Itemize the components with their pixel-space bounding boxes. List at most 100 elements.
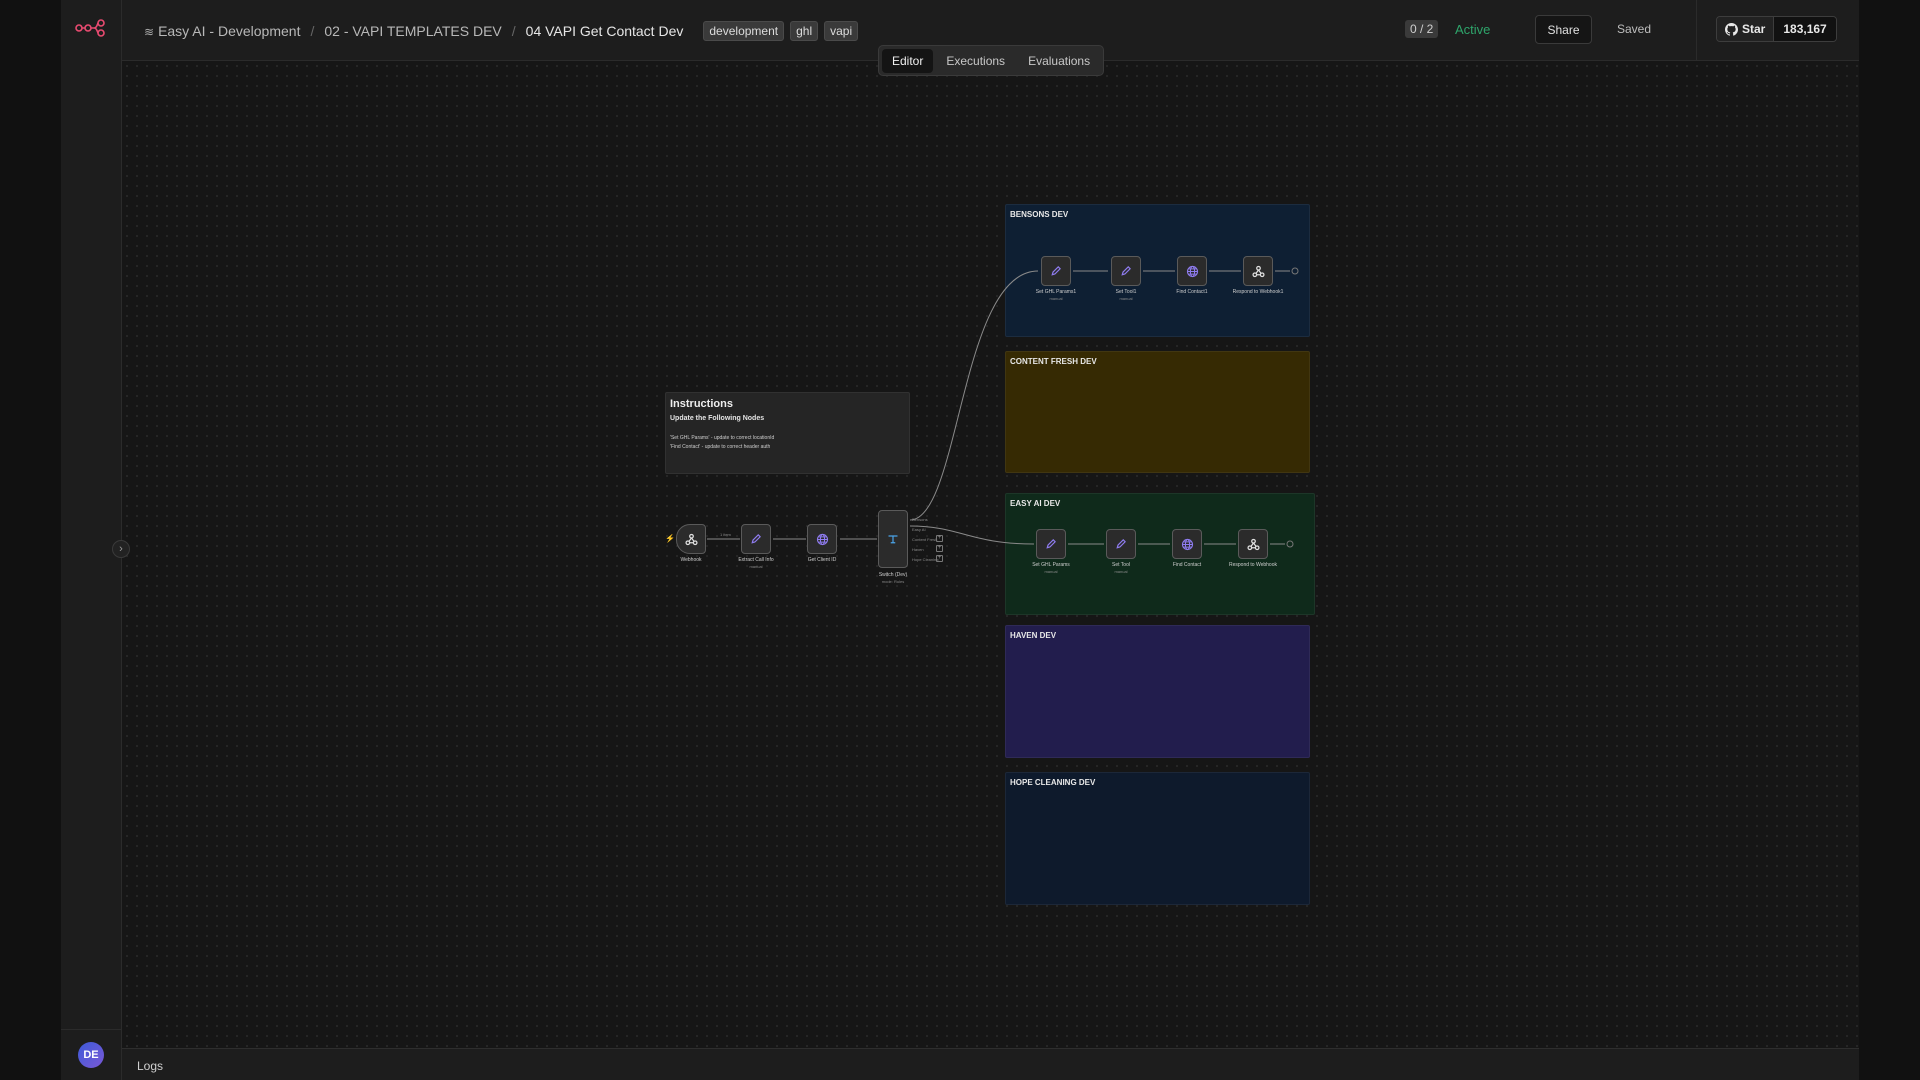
layers-icon: ≋ <box>144 25 155 39</box>
node-label: Get Client ID <box>807 557 837 563</box>
node-set-ghl-params[interactable] <box>1036 529 1066 559</box>
node-label: Set Tool <box>1112 562 1130 568</box>
add-node-button[interactable]: + <box>936 555 943 562</box>
breadcrumb-folder[interactable]: 02 - VAPI TEMPLATES DEV <box>324 23 501 39</box>
node-get-client-id[interactable] <box>807 524 837 554</box>
workflow-name[interactable]: 04 VAPI Get Contact Dev <box>526 23 684 39</box>
avatar-initials: DE <box>83 1049 99 1061</box>
switch-output-label: Bensons <box>912 517 928 522</box>
active-status[interactable]: Active <box>1455 22 1490 37</box>
pencil-icon <box>751 534 761 544</box>
header-divider <box>1696 0 1697 61</box>
saved-status: Saved <box>1617 22 1652 36</box>
instructions-subtitle: Update the Following Nodes <box>670 415 765 422</box>
workflow-canvas[interactable] <box>122 61 1859 1048</box>
globe-icon <box>816 533 828 545</box>
switch-output-label: Content Fresh <box>912 537 938 542</box>
group-title: CONTENT FRESH DEV <box>1010 357 1097 366</box>
node-sub: manual <box>1114 569 1128 574</box>
tag-ghl[interactable]: ghl <box>790 21 819 41</box>
pencil-icon <box>1051 266 1061 276</box>
webhook-icon <box>1246 538 1260 550</box>
add-node-button[interactable]: + <box>936 545 943 552</box>
breadcrumb-separator: / <box>511 23 516 39</box>
group-title: HOPE CLEANING DEV <box>1010 778 1096 787</box>
breadcrumb: ≋ Easy AI - Development / 02 - VAPI TEMPL… <box>144 21 859 41</box>
chevron-right-icon[interactable]: › <box>112 540 130 558</box>
node-set-tool[interactable] <box>1106 529 1136 559</box>
sidebar-divider <box>61 1029 122 1030</box>
connection-label: 1 item <box>720 532 731 537</box>
switch-icon <box>888 535 898 544</box>
tab-executions[interactable]: Executions <box>936 49 1015 73</box>
group-title: HAVEN DEV <box>1010 631 1057 640</box>
globe-icon <box>1181 538 1193 550</box>
right-gutter <box>1859 0 1920 1080</box>
github-star-count: 183,167 <box>1774 17 1836 41</box>
group-haven-dev[interactable]: HAVEN DEV <box>1005 625 1310 758</box>
node-label: Find Contact1 <box>1176 289 1208 295</box>
node-find-contact[interactable] <box>1172 529 1202 559</box>
logs-panel[interactable]: Logs <box>122 1048 1859 1080</box>
switch-output-label: Hope Cleaning <box>912 557 939 562</box>
n8n-logo-icon[interactable] <box>75 18 107 38</box>
globe-icon <box>1186 265 1198 277</box>
webhook-icon <box>684 533 698 545</box>
view-tabs: Editor Executions Evaluations <box>878 45 1104 76</box>
node-label: Extract Call Info <box>738 557 774 563</box>
node-sub: manual <box>1049 296 1063 301</box>
switch-output-label: Easy AI <box>912 527 926 532</box>
github-icon <box>1725 22 1738 36</box>
breadcrumb-project-label: Easy AI - Development <box>158 23 301 39</box>
breadcrumb-separator: / <box>310 23 315 39</box>
node-sub: manual <box>749 564 763 569</box>
node-set-ghl-params1[interactable] <box>1041 256 1071 286</box>
node-label: Respond to Webhook1 <box>1232 289 1284 295</box>
node-label: Find Contact <box>1172 562 1202 568</box>
logs-label: Logs <box>137 1059 164 1073</box>
webhook-icon <box>1251 265 1265 277</box>
node-label: Set Tool1 <box>1115 289 1137 295</box>
instructions-line: 'Set GHL Params' - update to correct loc… <box>670 435 775 441</box>
pencil-icon <box>1121 266 1131 276</box>
sidebar: DE <box>61 0 122 1080</box>
github-star[interactable]: Star <box>1717 17 1775 41</box>
node-find-contact1[interactable] <box>1177 256 1207 286</box>
tag-vapi[interactable]: vapi <box>824 21 859 41</box>
group-hope-cleaning-dev[interactable]: HOPE CLEANING DEV <box>1005 772 1310 905</box>
node-respond-to-webhook1[interactable] <box>1243 256 1273 286</box>
instructions-title: Instructions <box>670 398 733 410</box>
node-webhook[interactable] <box>676 524 706 554</box>
pencil-icon <box>1116 539 1126 549</box>
node-sub: manual <box>1119 296 1133 301</box>
node-label: Webhook <box>680 557 702 563</box>
node-set-tool1[interactable] <box>1111 256 1141 286</box>
share-button[interactable]: Share <box>1535 15 1592 44</box>
active-counter: 0 / 2 <box>1405 20 1439 38</box>
tab-editor[interactable]: Editor <box>882 48 934 73</box>
switch-output-label: Haven <box>912 547 924 552</box>
avatar[interactable]: DE <box>78 1042 104 1068</box>
node-sub: mode: Rules <box>881 579 905 584</box>
pencil-icon <box>1046 539 1056 549</box>
node-sub: manual <box>1044 569 1058 574</box>
node-extract-call-info[interactable] <box>741 524 771 554</box>
node-label: Set GHL Params <box>1032 562 1070 568</box>
node-label: Switch (Dev) <box>878 572 908 578</box>
instructions-line: 'Find Contact' - update to correct heade… <box>670 444 771 450</box>
group-content-fresh-dev[interactable]: CONTENT FRESH DEV <box>1005 351 1310 473</box>
node-label: Set GHL Params1 <box>1035 289 1077 295</box>
add-node-button[interactable]: + <box>936 535 943 542</box>
group-title: BENSONS DEV <box>1010 210 1069 219</box>
app: DE › ≋ Easy AI - Development / 02 - VAPI … <box>0 0 1920 1080</box>
instructions-sticky-note[interactable]: Instructions Update the Following Nodes … <box>665 392 910 474</box>
left-gutter <box>0 0 61 1080</box>
tag-list: development ghl vapi <box>703 21 859 41</box>
tab-evaluations[interactable]: Evaluations <box>1018 49 1100 73</box>
tag-development[interactable]: development <box>703 21 785 41</box>
github-star-label: Star <box>1742 22 1766 36</box>
node-respond-to-webhook[interactable] <box>1238 529 1268 559</box>
node-switch-dev[interactable] <box>878 510 908 568</box>
breadcrumb-project[interactable]: ≋ Easy AI - Development <box>144 23 300 39</box>
github-star-button[interactable]: Star 183,167 <box>1716 16 1837 42</box>
